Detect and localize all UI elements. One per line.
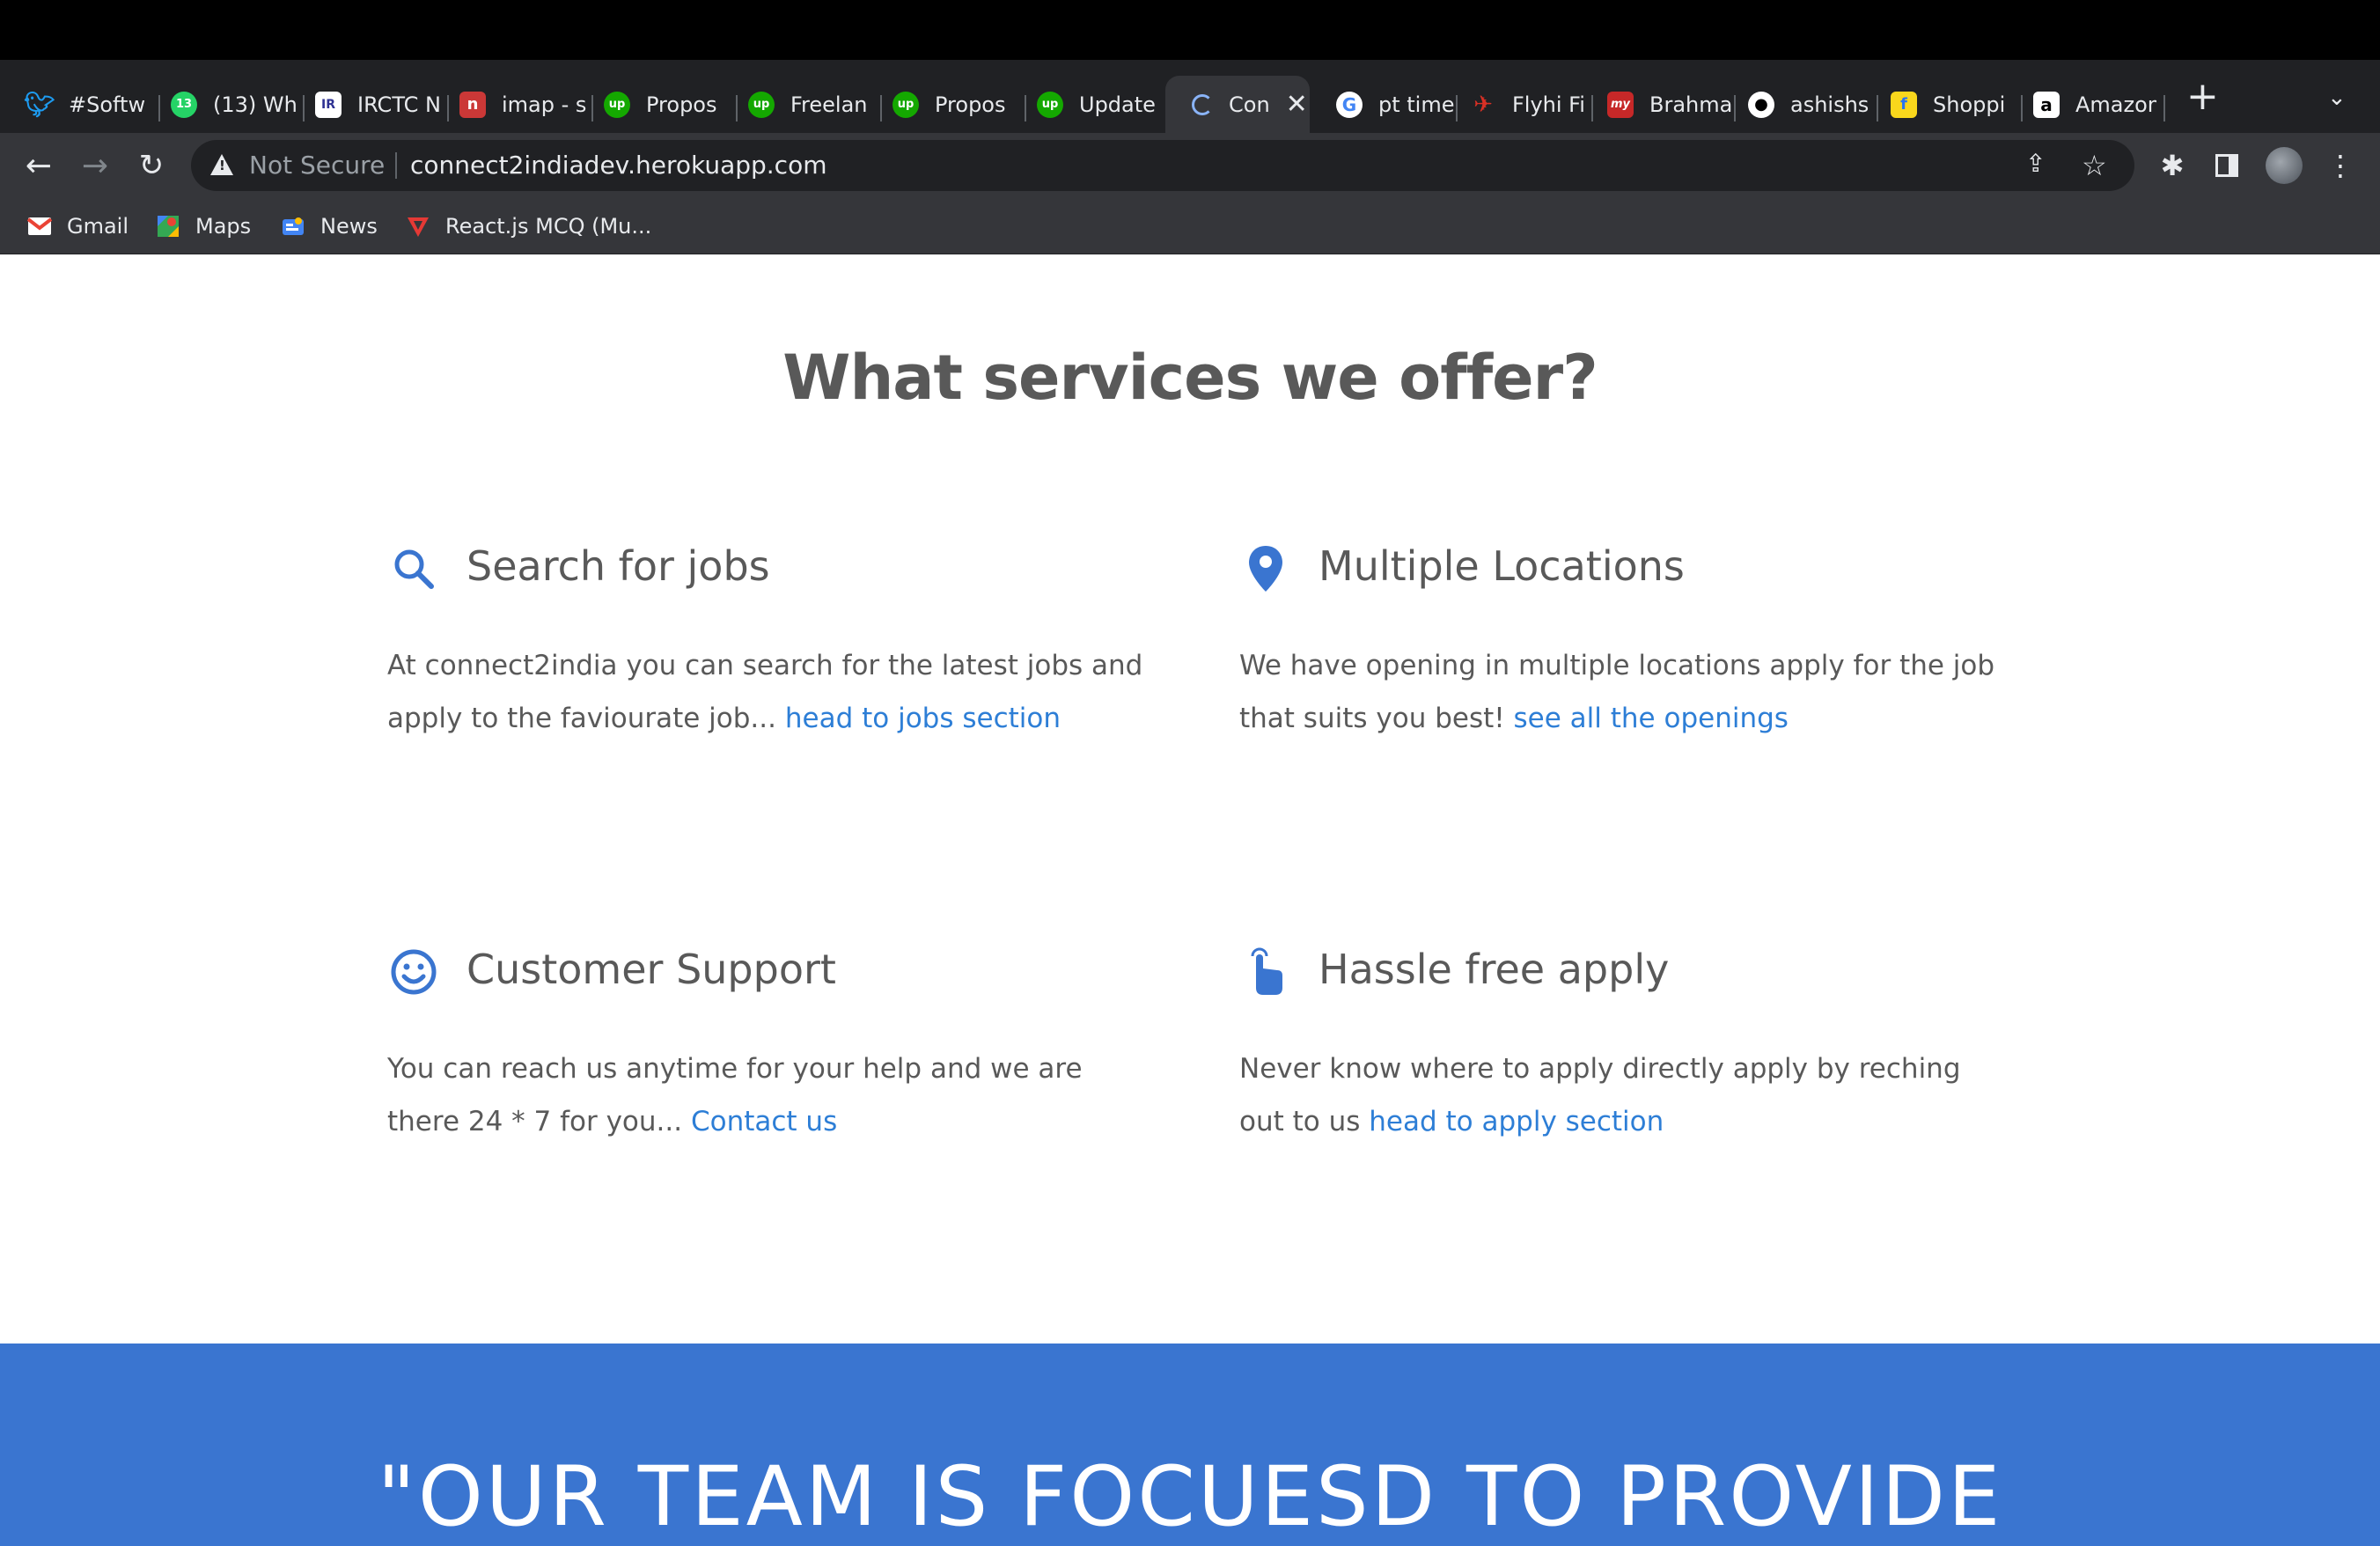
upwork-icon: up <box>1037 91 1063 118</box>
tab-title: Shoppi <box>1933 92 2006 117</box>
mybrahma-icon: my <box>1607 91 1634 118</box>
tab-title: imap - s <box>502 92 587 117</box>
bookmark-maps[interactable]: Maps <box>155 210 251 242</box>
chrome-menu-icon[interactable]: ⋮ <box>2326 133 2354 198</box>
tab-title: (13) Wh <box>213 92 298 117</box>
tab-title: Propos <box>646 92 717 117</box>
team-banner: "OUR TEAM IS FOCUESD TO PROVIDE <box>0 1344 2380 1546</box>
address-bar[interactable]: Not Secure connect2indiadev.herokuapp.co… <box>191 140 2134 191</box>
service-title: Hassle free apply <box>1319 946 1670 993</box>
bookmark-react-mcq[interactable]: React.js MCQ (Mu... <box>405 210 651 242</box>
upwork-icon: up <box>604 91 630 118</box>
location-pin-icon <box>1239 542 1292 595</box>
services-heading: What services we offer? <box>782 342 1598 414</box>
tab-title: IRCTC N <box>357 92 441 117</box>
side-panel-icon[interactable] <box>2209 133 2244 198</box>
service-description: Never know where to apply directly apply… <box>1239 1042 2014 1148</box>
tab-active-connect2india[interactable]: Con ✕ <box>1165 76 1310 133</box>
tab-title: Con <box>1229 92 1270 117</box>
tab-title: Propos <box>935 92 1006 117</box>
tab-flipkart[interactable]: f Shoppi <box>1864 76 2016 133</box>
service-description: You can reach us anytime for your help a… <box>387 1042 1162 1148</box>
npm-icon: n <box>459 91 486 118</box>
tab-search-chevron-icon[interactable]: ⌄ <box>2327 85 2347 111</box>
openings-link[interactable]: see all the openings <box>1514 703 1789 734</box>
tab-title: Brahma <box>1649 92 1732 117</box>
flipkart-icon: f <box>1891 91 1917 118</box>
amazon-icon: a <box>2033 91 2060 118</box>
bookmark-news[interactable]: News <box>280 210 378 242</box>
irctc-icon: IR <box>315 91 342 118</box>
jobs-section-link[interactable]: head to jobs section <box>785 703 1061 734</box>
twitter-icon: 🐦︎ <box>24 90 55 119</box>
service-title: Search for jobs <box>466 542 770 590</box>
service-title: Customer Support <box>466 946 836 993</box>
tab-title: Flyhi Fi <box>1512 92 1585 117</box>
smiley-icon <box>387 946 440 998</box>
loading-icon <box>1192 93 1213 115</box>
url-text[interactable]: connect2indiadev.herokuapp.com <box>410 151 826 180</box>
reload-button[interactable]: ↻ <box>127 133 176 198</box>
tab-github[interactable]: ● ashishs <box>1722 76 1873 133</box>
tab-strip: 🐦︎ #Softw 13 (13) Wh IR IRCTC N n imap -… <box>0 60 2380 133</box>
tab-title: Update <box>1079 92 1156 117</box>
bookmarks-bar: Gmail Maps News React.js MCQ (Mu... <box>0 198 2380 254</box>
close-tab-icon[interactable]: ✕ <box>1286 89 1308 120</box>
profile-avatar[interactable] <box>2266 147 2303 184</box>
browser-toolbar: ← → ↻ Not Secure connect2indiadev.heroku… <box>0 133 2380 198</box>
tab-flyhi[interactable]: ✈ Flyhi Fi <box>1443 76 1595 133</box>
touch-icon <box>1239 946 1292 998</box>
tab-title: Amazon <box>2075 92 2156 117</box>
tab-separator <box>2163 95 2165 121</box>
forward-button[interactable]: → <box>70 133 120 198</box>
tab-title: Freelan <box>790 92 868 117</box>
apply-section-link[interactable]: head to apply section <box>1369 1106 1664 1137</box>
service-description: At connect2india you can search for the … <box>387 639 1162 745</box>
upwork-icon: up <box>892 91 919 118</box>
tab-imap[interactable]: n imap - s <box>433 76 591 133</box>
tab-twitter[interactable]: 🐦︎ #Softw <box>0 76 158 133</box>
page-content: What services we offer? Search for jobs … <box>0 255 2380 1546</box>
tab-upwork-4[interactable]: up Update <box>1010 76 1169 133</box>
security-indicator[interactable]: Not Secure <box>249 151 385 180</box>
contact-us-link[interactable]: Contact us <box>691 1106 837 1137</box>
tab-upwork-2[interactable]: up Freelan <box>722 76 880 133</box>
news-icon <box>280 215 306 238</box>
tab-title: #Softw <box>69 92 146 117</box>
github-icon: ● <box>1748 91 1774 118</box>
flyhi-icon: ✈ <box>1473 91 1493 118</box>
share-icon[interactable]: ⇪ <box>2025 149 2046 178</box>
whatsapp-icon: 13 <box>171 91 197 118</box>
tab-google[interactable]: G pt time <box>1310 76 1459 133</box>
omnibox-separator <box>395 152 397 179</box>
back-button[interactable]: ← <box>14 133 63 198</box>
tab-whatsapp[interactable]: 13 (13) Wh <box>144 76 303 133</box>
tab-title: ashishs <box>1790 92 1869 117</box>
new-tab-button[interactable]: + <box>2186 77 2219 116</box>
tab-upwork-1[interactable]: up Propos <box>577 76 736 133</box>
tab-brahma[interactable]: my Brahma <box>1581 76 1732 133</box>
service-description: We have opening in multiple locations ap… <box>1239 639 2014 745</box>
react-mcq-icon <box>405 215 431 238</box>
warning-icon <box>210 154 233 175</box>
tab-amazon[interactable]: a Amazon <box>2007 76 2156 133</box>
tab-upwork-3[interactable]: up Propos <box>866 76 1025 133</box>
extensions-puzzle-icon[interactable]: ✱ <box>2155 133 2190 198</box>
tab-irctc[interactable]: IR IRCTC N <box>289 76 447 133</box>
google-icon: G <box>1336 91 1363 118</box>
gmail-icon <box>26 215 53 238</box>
upwork-icon: up <box>748 91 775 118</box>
search-icon <box>387 542 440 595</box>
window-titlebar <box>0 0 2380 60</box>
bookmark-star-icon[interactable]: ☆ <box>2082 149 2107 182</box>
service-title: Multiple Locations <box>1319 542 1685 590</box>
bookmark-gmail[interactable]: Gmail <box>26 210 129 242</box>
maps-icon <box>155 215 181 238</box>
side-panel-shape <box>2215 154 2238 177</box>
team-quote: "OUR TEAM IS FOCUESD TO PROVIDE <box>377 1449 2003 1545</box>
